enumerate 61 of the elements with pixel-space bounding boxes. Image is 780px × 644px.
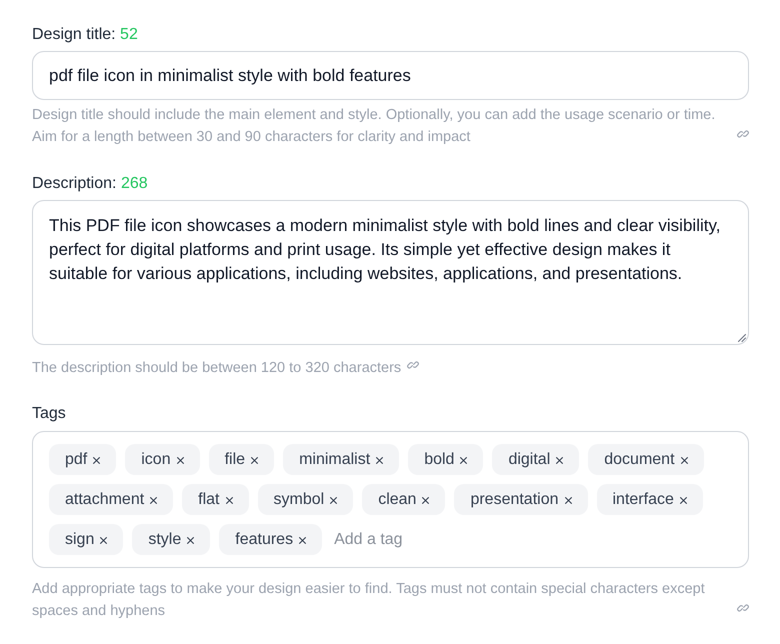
close-icon[interactable]: [680, 496, 687, 504]
tag-chip[interactable]: icon: [125, 444, 200, 475]
tag-chip[interactable]: presentation: [454, 484, 588, 515]
tag-label: file: [224, 450, 246, 470]
close-icon[interactable]: [187, 536, 194, 544]
field-label: Design title:: [32, 26, 116, 43]
close-icon[interactable]: [226, 496, 232, 504]
close-icon[interactable]: [556, 456, 564, 464]
tag-chip[interactable]: features: [219, 524, 322, 555]
tags-field[interactable]: pdf icon file minimalist bold digital document attachment flat symbol clean presentation interface sign style features Add a tag: [32, 431, 749, 568]
tag-chip[interactable]: file: [208, 444, 274, 475]
close-icon[interactable]: [251, 456, 258, 464]
tag-label: presentation: [470, 490, 558, 510]
tag-chip[interactable]: style: [132, 524, 210, 555]
tag-chip[interactable]: digital: [492, 444, 580, 475]
tag-input[interactable]: Add a tag: [331, 524, 732, 555]
hint-text: Design title should include the main element and style. Optionally, you can add the usage scenario or time. Aim for a length between 30 and 90 characters for clarity and impact: [32, 106, 716, 147]
close-icon[interactable]: [150, 496, 158, 504]
tag-label: bold: [424, 450, 454, 470]
tag-chip[interactable]: clean: [362, 484, 446, 515]
tag-label: digital: [508, 450, 550, 470]
tag-label: document: [604, 450, 675, 470]
close-icon[interactable]: [330, 496, 338, 504]
character-count: 52: [120, 26, 138, 43]
close-icon[interactable]: [564, 496, 572, 504]
tag-label: clean: [378, 490, 416, 510]
close-icon[interactable]: [422, 496, 430, 504]
hint-text: Add appropriate tags to make your design easier to find. Tags must not contain special characters except spaces and hyphens: [32, 580, 706, 621]
tag-label: interface: [612, 490, 674, 510]
tag-chip[interactable]: interface: [596, 484, 703, 515]
tag-chip[interactable]: flat: [182, 484, 248, 515]
tag-label: style: [148, 530, 182, 550]
tag-label: symbol: [274, 490, 324, 510]
tag-chip[interactable]: minimalist: [283, 444, 400, 475]
close-icon[interactable]: [680, 456, 688, 464]
tag-label: sign: [65, 530, 94, 550]
tag-chip[interactable]: sign: [49, 524, 124, 555]
tag-label: minimalist: [299, 450, 370, 470]
tag-label: attachment: [65, 490, 144, 510]
close-icon[interactable]: [299, 536, 306, 544]
tag-chip[interactable]: document: [588, 444, 704, 475]
title-field[interactable]: pdf file icon in minimalist style with bold features: [32, 51, 749, 100]
close-icon[interactable]: [100, 536, 108, 544]
field-label: Description:: [32, 175, 116, 192]
field-label: Tags: [32, 405, 66, 422]
tag-label: icon: [141, 450, 171, 470]
close-icon[interactable]: [176, 456, 184, 464]
close-icon[interactable]: [460, 456, 468, 464]
tag-chip[interactable]: pdf: [49, 444, 116, 475]
description-field[interactable]: This PDF file icon showcases a modern minimalist style with bold lines and clear visibility, perfect for digital platforms and print usage. Its simple yet effective design makes it suitable for various applications, including websites, applications, and presentations.: [32, 200, 749, 345]
resize-handle-icon[interactable]: [738, 334, 746, 342]
hint-text: The description should be between 120 to 320 characters: [32, 359, 402, 378]
character-count: 268: [120, 175, 148, 192]
tag-chip[interactable]: symbol: [258, 484, 354, 515]
tag-chip[interactable]: bold: [408, 444, 484, 475]
tag-label: flat: [198, 490, 220, 510]
tag-chip[interactable]: attachment: [49, 484, 174, 515]
tag-label: features: [235, 530, 294, 550]
tag-label: pdf: [65, 450, 88, 470]
close-icon[interactable]: [376, 456, 384, 464]
close-icon[interactable]: [93, 456, 100, 464]
